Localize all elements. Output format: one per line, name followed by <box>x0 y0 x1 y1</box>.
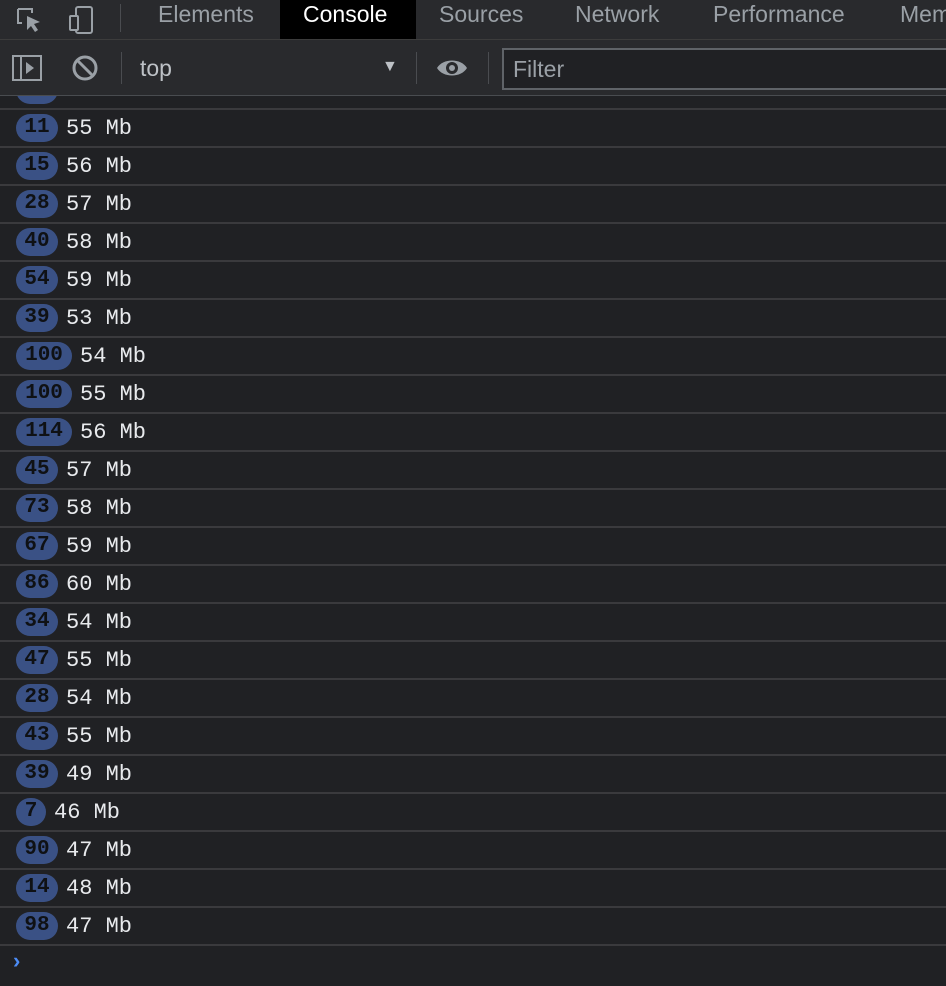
repeat-count-badge: 100 <box>16 342 72 370</box>
console-message-row: 47 55 Mb <box>0 642 946 680</box>
repeat-count-badge: 45 <box>16 456 58 484</box>
console-message-text: 56 Mb <box>80 420 147 445</box>
console-message-row: 100 54 Mb <box>0 338 946 376</box>
console-message-text: 49 Mb <box>66 762 133 787</box>
repeat-count-badge: 47 <box>16 646 58 674</box>
repeat-count-badge: 14 <box>16 874 58 902</box>
console-message-text: 59 Mb <box>66 534 133 559</box>
console-message-text: 54 Mb <box>80 344 147 369</box>
repeat-count-badge: 67 <box>16 532 58 560</box>
console-message-row: 54 Mb <box>0 96 946 110</box>
console-message-text: 55 Mb <box>66 724 133 749</box>
repeat-count-badge <box>16 96 58 104</box>
console-message-row: 45 57 Mb <box>0 452 946 490</box>
tab-sources[interactable]: Sources <box>416 0 546 39</box>
console-message-text: 55 Mb <box>66 648 133 673</box>
console-message-text: 54 Mb <box>66 610 133 635</box>
console-message-row: 40 58 Mb <box>0 224 946 262</box>
dropdown-arrow-icon: ▼ <box>382 58 398 75</box>
clear-console-icon[interactable] <box>68 40 102 95</box>
console-message-text: 47 Mb <box>66 838 133 863</box>
console-message-text: 58 Mb <box>66 496 133 521</box>
console-message-text: 55 Mb <box>80 382 147 407</box>
tab-console[interactable]: Console <box>280 0 416 39</box>
repeat-count-badge: 86 <box>16 570 58 598</box>
repeat-count-badge: 28 <box>16 684 58 712</box>
console-log: 54 Mb 11 55 Mb 15 56 Mb 28 57 Mb 40 58 Mb 54 59 M… <box>0 96 946 986</box>
console-message-text: 57 Mb <box>66 458 133 483</box>
console-message-text: 48 Mb <box>66 876 133 901</box>
console-message-row: 67 59 Mb <box>0 528 946 566</box>
console-toolbar: top ▼ Filter <box>0 40 946 96</box>
tab-performance[interactable]: Performance <box>690 0 868 39</box>
console-prompt-icon[interactable]: › <box>13 948 20 974</box>
console-message-row: 15 56 Mb <box>0 148 946 186</box>
toolbar-separator <box>416 52 417 84</box>
repeat-count-badge: 11 <box>16 114 58 142</box>
console-message-row: 43 55 Mb <box>0 718 946 756</box>
repeat-count-badge: 28 <box>16 190 58 218</box>
tab-network[interactable]: Network <box>552 0 682 39</box>
filter-input[interactable]: Filter <box>502 48 946 90</box>
console-message-row: 11 55 Mb <box>0 110 946 148</box>
console-message-text: 53 Mb <box>66 306 133 331</box>
console-message-row: 98 47 Mb <box>0 908 946 946</box>
repeat-count-badge: 39 <box>16 304 58 332</box>
console-message-row: 39 49 Mb <box>0 756 946 794</box>
console-message-text: 47 Mb <box>66 914 133 939</box>
console-message-row: 7 46 Mb <box>0 794 946 832</box>
console-message-row: 28 57 Mb <box>0 186 946 224</box>
device-toolbar-icon[interactable] <box>66 0 98 39</box>
console-message-row: 100 55 Mb <box>0 376 946 414</box>
console-message-row: 90 47 Mb <box>0 832 946 870</box>
console-message-text: 54 Mb <box>66 686 133 711</box>
console-message-row: 114 56 Mb <box>0 414 946 452</box>
console-message-text: 56 Mb <box>66 154 133 179</box>
console-message-row: 39 53 Mb <box>0 300 946 338</box>
console-message-text: 54 Mb <box>66 96 132 104</box>
repeat-count-badge: 114 <box>16 418 72 446</box>
console-message-text: 60 Mb <box>66 572 133 597</box>
repeat-count-badge: 43 <box>16 722 58 750</box>
repeat-count-badge: 15 <box>16 152 58 180</box>
repeat-count-badge: 34 <box>16 608 58 636</box>
context-selector-label: top <box>140 55 172 81</box>
console-message-text: 59 Mb <box>66 268 133 293</box>
toolbar-separator <box>121 52 122 84</box>
console-message-text: 57 Mb <box>66 192 133 217</box>
tab-elements[interactable]: Elements <box>135 0 277 39</box>
repeat-count-badge: 54 <box>16 266 58 294</box>
repeat-count-badge: 100 <box>16 380 72 408</box>
repeat-count-badge: 73 <box>16 494 58 522</box>
live-expression-eye-icon[interactable] <box>434 40 470 95</box>
repeat-count-badge: 40 <box>16 228 58 256</box>
console-message-text: 58 Mb <box>66 230 133 255</box>
console-message-row: 54 59 Mb <box>0 262 946 300</box>
tab-memory[interactable]: Mem <box>877 0 946 39</box>
console-message-row: 14 48 Mb <box>0 870 946 908</box>
toolbar-separator <box>488 52 489 84</box>
console-message-text: 46 Mb <box>54 800 121 825</box>
tab-bar-separator <box>120 4 121 32</box>
repeat-count-badge: 90 <box>16 836 58 864</box>
console-message-row: 34 54 Mb <box>0 604 946 642</box>
sidebar-toggle-icon[interactable] <box>10 40 44 95</box>
repeat-count-badge: 39 <box>16 760 58 788</box>
repeat-count-badge: 7 <box>16 798 46 826</box>
console-message-row: 86 60 Mb <box>0 566 946 604</box>
inspect-element-icon[interactable] <box>14 0 44 39</box>
repeat-count-badge: 98 <box>16 912 58 940</box>
console-message-row: 73 58 Mb <box>0 490 946 528</box>
console-message-text: 55 Mb <box>66 116 133 141</box>
console-message-row: 28 54 Mb <box>0 680 946 718</box>
devtools-tab-bar: Elements Console Sources Network Perform… <box>0 0 946 40</box>
